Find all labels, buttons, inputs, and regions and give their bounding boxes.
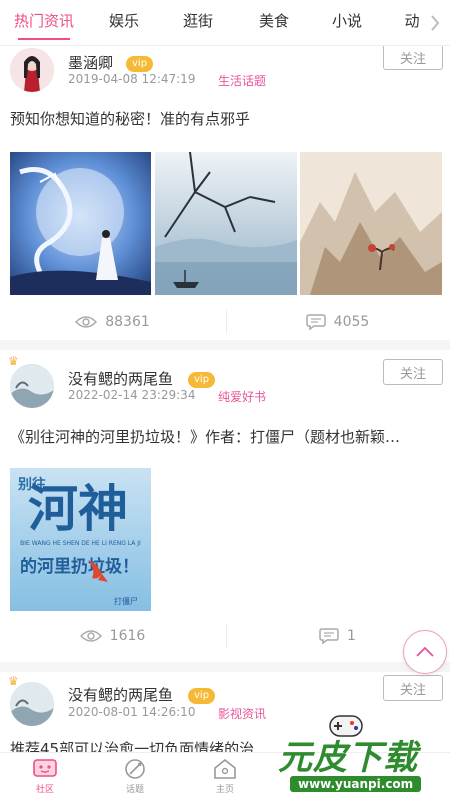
tab-novel[interactable]: 小说 xyxy=(327,0,367,46)
comments-count: 1 xyxy=(347,628,356,644)
post-time: 2022-02-14 23:29:34 xyxy=(68,388,196,402)
post-title[interactable]: 《别往河神的河里扔垃圾！》作者：打僵尸（题材也新颖… xyxy=(10,426,440,447)
app-screen: 热门资讯 娱乐 逛街 美食 小说 动 墨涵卿 vip 2019-04-08 12… xyxy=(0,0,450,800)
crown-icon: ♛ xyxy=(8,354,19,368)
post-stats: 88361 4055 xyxy=(0,302,450,342)
username[interactable]: 墨涵卿 xyxy=(68,52,113,73)
topic-icon xyxy=(125,759,145,779)
divider xyxy=(226,624,227,648)
cover-pinyin: BIE WANG HE SHEN DE HE LI RENG LA JI xyxy=(20,540,141,547)
cover-subtitle: 的河里扔垃圾！ xyxy=(20,557,139,577)
post-time: 2020-08-01 14:26:10 xyxy=(68,705,196,719)
post-tag[interactable]: 影视资讯 xyxy=(218,705,266,722)
username[interactable]: 没有鳃的两尾鱼 xyxy=(68,684,173,705)
watermark-text: 元皮下载 xyxy=(278,738,418,778)
cover-title: 河神 xyxy=(28,480,128,538)
vip-badge: vip xyxy=(126,56,154,72)
post-title[interactable]: 推荐45部可以治愈一切负面情绪的治 xyxy=(10,738,300,752)
book-cover-image[interactable]: 别往 河神 BIE WANG HE SHEN DE HE LI RENG LA … xyxy=(10,468,151,611)
nav-label: 社区 xyxy=(35,785,54,795)
views-stat: 88361 xyxy=(0,314,225,330)
post-title[interactable]: 预知你想知道的秘密！准的有点邪乎 xyxy=(10,108,440,129)
chevron-up-icon xyxy=(416,646,434,657)
post-tag[interactable]: 纯爱好书 xyxy=(218,388,266,405)
nav-topic[interactable]: 话题 xyxy=(90,753,180,800)
eye-icon xyxy=(79,630,102,642)
tab-food[interactable]: 美食 xyxy=(254,0,294,46)
nav-label: 话题 xyxy=(125,785,144,795)
watermark-logo: 元皮下载 www.yuanpi.com xyxy=(272,728,450,800)
views-stat: 1616 xyxy=(0,628,225,644)
post-image[interactable] xyxy=(300,152,442,295)
crown-icon: ♛ xyxy=(8,674,19,688)
post-stats: 1616 1 xyxy=(0,616,450,656)
vip-badge: vip xyxy=(188,688,216,704)
views-count: 88361 xyxy=(105,314,150,330)
post-card[interactable]: ♛ 没有鳃的两尾鱼 vip 2022-02-14 23:29:34 纯爱好书 关… xyxy=(0,350,450,660)
tab-anime[interactable]: 动 xyxy=(400,0,424,46)
cover-author: 打僵尸 xyxy=(114,597,138,606)
home-icon xyxy=(214,758,236,779)
follow-button[interactable]: 关注 xyxy=(383,44,443,70)
follow-button[interactable]: 关注 xyxy=(383,359,443,385)
tab-entertainment[interactable]: 娱乐 xyxy=(104,0,144,46)
tab-shopping[interactable]: 逛街 xyxy=(178,0,218,46)
comment-icon xyxy=(305,314,326,331)
comments-count: 4055 xyxy=(333,314,370,330)
follow-button[interactable]: 关注 xyxy=(383,675,443,701)
community-icon xyxy=(33,759,57,777)
divider xyxy=(0,340,450,350)
avatar[interactable] xyxy=(10,364,54,408)
tab-hot-news[interactable]: 热门资讯 xyxy=(12,0,76,46)
eye-icon xyxy=(75,316,98,328)
comment-icon xyxy=(319,628,339,645)
divider xyxy=(226,310,227,334)
nav-label: 主页 xyxy=(215,785,234,795)
views-count: 1616 xyxy=(109,628,146,644)
post-card[interactable]: 墨涵卿 vip 2019-04-08 12:47:19 生活话题 关注 预知你想… xyxy=(0,44,450,346)
post-time: 2019-04-08 12:47:19 xyxy=(68,72,196,86)
avatar[interactable] xyxy=(10,48,54,92)
vip-badge: vip xyxy=(188,372,216,388)
nav-community[interactable]: 社区 xyxy=(0,753,90,800)
watermark-url: www.yuanpi.com xyxy=(290,776,422,792)
post-image[interactable] xyxy=(10,152,151,295)
post-tag[interactable]: 生活话题 xyxy=(218,72,266,89)
avatar[interactable] xyxy=(10,682,54,726)
username[interactable]: 没有鳃的两尾鱼 xyxy=(68,368,173,389)
chevron-right-icon[interactable] xyxy=(424,10,446,36)
post-image[interactable] xyxy=(155,152,297,295)
nav-home[interactable]: 主页 xyxy=(180,753,270,800)
comments-stat[interactable]: 4055 xyxy=(225,313,450,331)
divider xyxy=(0,662,450,672)
category-tabbar: 热门资讯 娱乐 逛街 美食 小说 动 xyxy=(0,0,450,46)
scroll-top-button[interactable] xyxy=(403,630,447,674)
